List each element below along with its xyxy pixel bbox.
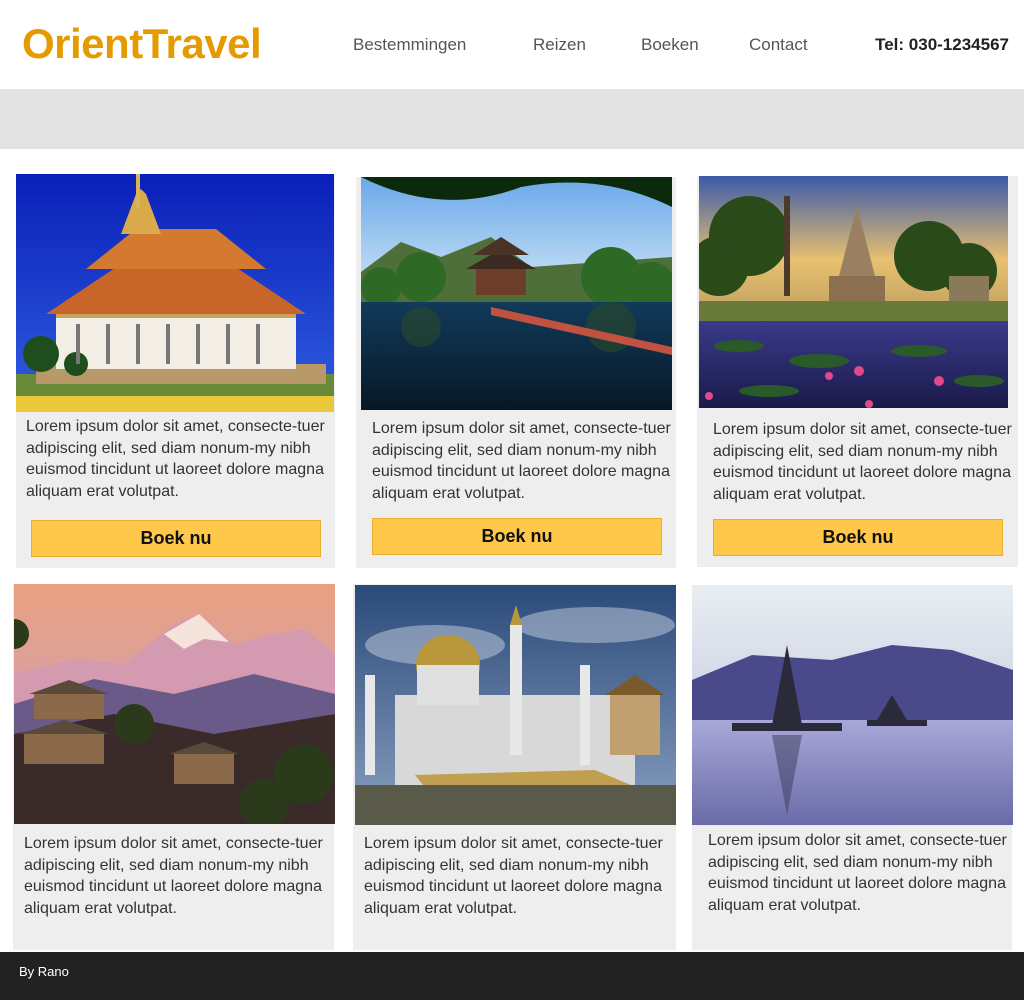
nav-reizen[interactable]: Reizen: [533, 34, 586, 56]
destination-card: Lorem ipsum dolor sit amet, consecte-tue…: [356, 177, 676, 568]
destination-card: Lorem ipsum dolor sit amet, consecte-tue…: [692, 585, 1013, 950]
nav-boeken[interactable]: Boeken: [641, 34, 699, 56]
site-header: OrientTravel Bestemmingen Reizen Boeken …: [0, 0, 1024, 89]
hero-banner: [0, 89, 1024, 149]
nav-bestemmingen[interactable]: Bestemmingen: [353, 34, 466, 56]
destination-card: Lorem ipsum dolor sit amet, consecte-tue…: [697, 176, 1018, 567]
card-description: Lorem ipsum dolor sit amet, consecte-tue…: [713, 421, 1012, 503]
destination-card: Lorem ipsum dolor sit amet, consecte-tue…: [16, 174, 335, 568]
korea-pavilion-lake-photo: [361, 177, 672, 410]
card-description: Lorem ipsum dolor sit amet, consecte-tue…: [24, 835, 323, 917]
card-description: Lorem ipsum dolor sit amet, consecte-tue…: [364, 835, 663, 917]
thailand-temple-lotus-photo: [699, 176, 1008, 408]
cambodia-royal-palace-photo: [16, 174, 334, 412]
nav-contact[interactable]: Contact: [749, 34, 808, 56]
card-description: Lorem ipsum dolor sit amet, consecte-tue…: [708, 832, 1007, 914]
card-description: Lorem ipsum dolor sit amet, consecte-tue…: [26, 418, 325, 500]
site-footer: By Rano: [0, 952, 1024, 1000]
site-logo[interactable]: OrientTravel: [22, 18, 262, 70]
book-now-button[interactable]: Boek nu: [31, 520, 321, 557]
card-description: Lorem ipsum dolor sit amet, consecte-tue…: [372, 420, 671, 502]
phone-number: Tel: 030-1234567: [875, 35, 1009, 54]
destination-card: Lorem ipsum dolor sit amet, consecte-tue…: [13, 584, 335, 950]
nepal-mountain-village-photo: [14, 584, 335, 824]
book-now-button[interactable]: Boek nu: [713, 519, 1003, 556]
footer-credit: By Rano: [19, 964, 69, 979]
book-now-button[interactable]: Boek nu: [372, 518, 662, 555]
destination-card: Lorem ipsum dolor sit amet, consecte-tue…: [353, 584, 676, 950]
brunei-mosque-photo: [355, 585, 676, 825]
bali-lake-temple-photo: [692, 585, 1013, 825]
